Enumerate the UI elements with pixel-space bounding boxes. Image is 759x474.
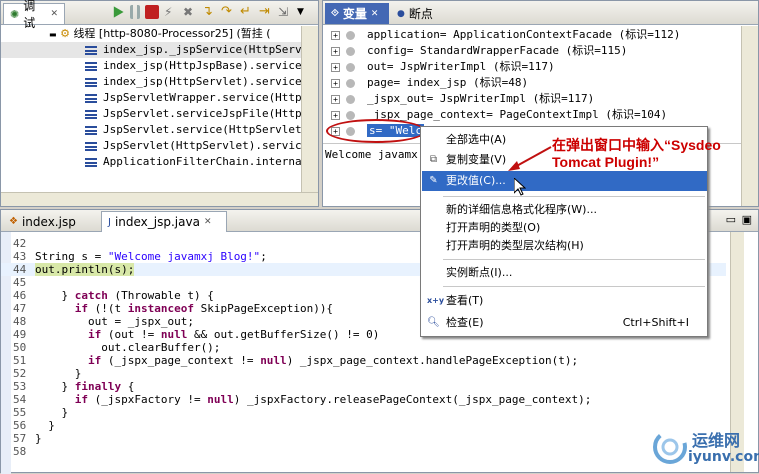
annotation-text: 在弹出窗口中输入“Sysdeo Tomcat Plugin!”	[552, 137, 721, 171]
watermark-domain: iyunv.com	[688, 449, 759, 465]
watermark-name: 运维网	[692, 431, 741, 450]
annotation-arrow	[508, 146, 552, 171]
annotation-line-2: Tomcat Plugin!”	[552, 154, 660, 170]
mouse-pointer-icon	[514, 178, 526, 196]
watermark-logo: 运维网 iyunv.com	[648, 421, 759, 473]
annotation-line-1: 在弹出窗口中输入“Sysdeo	[552, 137, 721, 153]
watermark-swirl-icon	[653, 430, 687, 464]
